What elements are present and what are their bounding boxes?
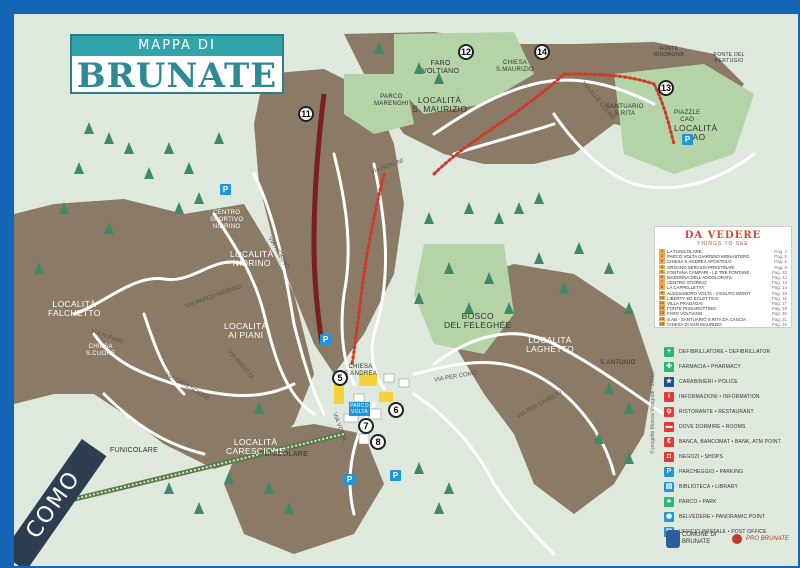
- service-icon: P: [664, 466, 674, 477]
- marker-13[interactable]: 13: [658, 80, 674, 96]
- place-s-antonio: S.ANTONIO: [600, 360, 636, 366]
- place-s-maurizio: LOCALITÀ S. MAURIZIO: [412, 95, 468, 114]
- title-main: BRUNATE: [76, 56, 278, 96]
- service-label: DEFIBRILLATORE • DEFIBRILLATOR: [679, 348, 771, 355]
- service-icon: ◘: [664, 451, 674, 462]
- service-item: ψ RISTORANTE • RESTAURANT: [664, 404, 794, 419]
- service-label: PARCO • PARK: [679, 498, 717, 505]
- legend-item-page: Pag. 23: [771, 321, 787, 327]
- service-label: PARCHEGGIO • PARKING: [679, 468, 744, 475]
- service-icon: +: [664, 346, 674, 357]
- place-bosco: BOSCO DEL FELEGHÉE: [444, 311, 512, 330]
- title-top: MAPPA DI: [72, 36, 282, 56]
- marker-12[interactable]: 12: [458, 44, 474, 60]
- place-chiesa-s-andrea: CHIESA S.ANDREA: [344, 364, 378, 377]
- service-icon: ψ: [664, 406, 674, 417]
- logo-comune: COMUNE DI BRUNATE: [682, 532, 717, 545]
- place-parco-volta: PARCO VOLTA: [349, 402, 370, 416]
- service-icon: ▤: [664, 481, 674, 492]
- service-label: BIBLIOTECA • LIBRARY: [679, 483, 739, 490]
- place-faro-voltiano: FARO VOLTIANO: [422, 60, 460, 75]
- place-parco-marenghi: PARCO MARENGHI: [374, 94, 409, 107]
- place-centro-sportivo: CENTRO SPORTIVO NIDRINO: [210, 210, 244, 230]
- map-frame: MAPPA DI BRUNATE LOCALITÀ FALCHETTO LOCA…: [0, 0, 800, 568]
- service-icon: ★: [664, 376, 674, 387]
- place-cao: LOCALITÀ CAO: [674, 123, 718, 142]
- place-ai-piani: LOCALITÀ AI PIANI: [224, 321, 268, 340]
- legend-item-number: 15: [659, 320, 665, 327]
- service-icon: ▬: [664, 421, 674, 432]
- service-item: ▬ DOVE DORMIRE • ROOMS: [664, 419, 794, 434]
- pro-brunate-icon: [732, 534, 742, 544]
- services-legend: + DEFIBRILLATORE • DEFIBRILLATOR ✚ FARMACIA…: [664, 344, 794, 539]
- parking-icon[interactable]: P: [220, 184, 231, 195]
- service-label: INFORMAZIONI • INFORMATION: [679, 393, 760, 400]
- service-item: ▤ BIBLIOTECA • LIBRARY: [664, 479, 794, 494]
- service-icon: i: [664, 391, 674, 402]
- service-label: CARABINIERI • POLICE: [679, 378, 738, 385]
- place-fonte-risorgiva: FONTE RISORGIVA: [654, 46, 685, 58]
- parking-icon[interactable]: P: [682, 134, 693, 145]
- service-label: NEGOZI • SHOPS: [679, 453, 724, 460]
- copyright: © progetto Monica Vinogradi - 2017: [650, 375, 656, 454]
- service-item: ◘ NEGOZI • SHOPS: [664, 449, 794, 464]
- service-item: P PARCHEGGIO • PARKING: [664, 464, 794, 479]
- map-canvas: MAPPA DI BRUNATE LOCALITÀ FALCHETTO LOCA…: [14, 14, 798, 566]
- parking-icon[interactable]: P: [320, 334, 331, 345]
- service-item: ✚ FARMACIA • PHARMACY: [664, 359, 794, 374]
- map-title-box: MAPPA DI BRUNATE: [70, 34, 284, 96]
- service-item: ◉ BELVEDERE • PANORAMIC POINT: [664, 509, 794, 524]
- service-label: RISTORANTE • RESTAURANT: [679, 408, 754, 415]
- service-label: BANCA, BANCOMAT • BANK, ATM POINT: [679, 438, 781, 445]
- parking-icon[interactable]: P: [390, 470, 401, 481]
- service-item: ★ CARABINIERI • POLICE: [664, 374, 794, 389]
- place-chiesa-s-cuore: CHIESA S.CUORE: [86, 344, 116, 357]
- marker-11[interactable]: 11: [298, 106, 314, 122]
- marker-8[interactable]: 8: [370, 434, 386, 450]
- service-icon: ♣: [664, 496, 674, 507]
- logos: COMUNE DI BRUNATE PRO BRUNATE: [666, 526, 796, 556]
- legend-box: DA VEDERE THINGS TO SEE 1 LA FUNICOLARE Pa…: [654, 226, 792, 328]
- marker-5[interactable]: 5: [332, 370, 348, 386]
- service-item: € BANCA, BANCOMAT • BANK, ATM POINT: [664, 434, 794, 449]
- legend-item: 15 CHIESA DI SAN MAURIZIO Pag. 23: [659, 320, 787, 327]
- service-item: ♣ PARCO • PARK: [664, 494, 794, 509]
- logo-pro: PRO BRUNATE: [746, 536, 789, 542]
- place-piazzale-cao: PIAZZLE CAO: [674, 110, 701, 123]
- service-label: DOVE DORMIRE • ROOMS: [679, 423, 746, 430]
- legend-title: DA VEDERE: [684, 230, 762, 241]
- coat-of-arms-icon: [666, 530, 680, 548]
- legend-list: 1 LA FUNICOLARE Pag. 2 2 PARCO VOLTA GIARDIN…: [659, 248, 787, 327]
- marker-6[interactable]: 6: [388, 402, 404, 418]
- service-icon: €: [664, 436, 674, 447]
- marker-14[interactable]: 14: [534, 44, 550, 60]
- label-funicolare-2: FUNICOLARE: [260, 451, 309, 458]
- service-label: FARMACIA • PHARMACY: [679, 363, 741, 370]
- service-icon: ◉: [664, 511, 674, 522]
- legend-item-label: CHIESA DI SAN MAURIZIO: [667, 321, 722, 327]
- place-laghetto: LOCALITÀ LAGHETTO: [526, 335, 575, 354]
- parking-icon[interactable]: P: [344, 474, 355, 485]
- place-falchetto: LOCALITÀ FALCHETTO: [48, 299, 101, 318]
- service-label: BELVEDERE • PANORAMIC POINT: [679, 513, 766, 520]
- place-chiesa-s-maurizio: CHIESA S.MAURIZIO: [496, 60, 535, 73]
- marker-7[interactable]: 7: [358, 418, 374, 434]
- service-icon: ✚: [664, 361, 674, 372]
- label-funicolare-1: FUNICOLARE: [110, 447, 159, 454]
- legend-subtitle: THINGS TO SEE: [697, 241, 749, 247]
- place-nidrino: LOCALITÀ NIDRINO: [230, 249, 274, 268]
- service-item: i INFORMAZIONI • INFORMATION: [664, 389, 794, 404]
- place-fonte-pertugio: FONTE DEL PERTUGIO: [714, 52, 745, 64]
- service-item: + DEFIBRILLATORE • DEFIBRILLATOR: [664, 344, 794, 359]
